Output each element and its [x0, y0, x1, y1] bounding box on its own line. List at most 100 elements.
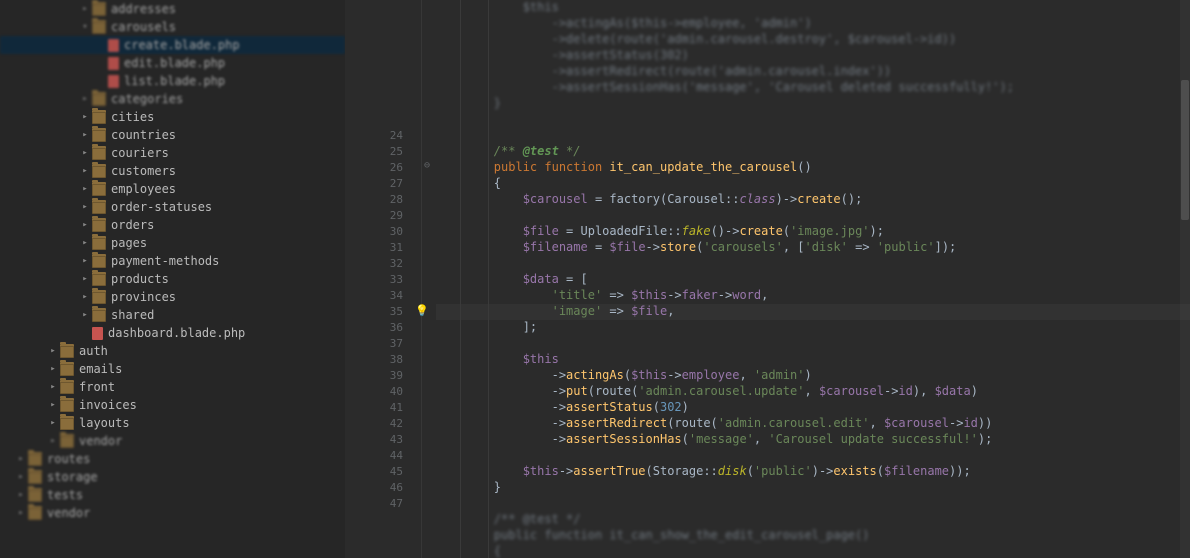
- tree-label: products: [111, 270, 169, 288]
- scrollbar-thumb[interactable]: [1181, 80, 1189, 220]
- line-number: 25: [345, 144, 403, 160]
- file-tree[interactable]: ▸addresses▾carouselscreate.blade.phpedit…: [0, 0, 345, 522]
- editor-scrollbar[interactable]: [1180, 0, 1190, 558]
- editor[interactable]: 242526272829303132333435💡363738394041424…: [345, 0, 1190, 558]
- code-line[interactable]: $data = [: [436, 272, 1190, 288]
- tree-label: couriers: [111, 144, 169, 162]
- expand-arrow-icon[interactable]: ▸: [16, 450, 26, 468]
- line-number: 45: [345, 464, 403, 480]
- php-file-icon: [92, 327, 103, 340]
- folder-item[interactable]: ▸front: [0, 378, 345, 396]
- code-line[interactable]: /** @test */: [436, 144, 1190, 160]
- folder-item[interactable]: ▸ cities: [0, 108, 345, 126]
- code-line[interactable]: ->actingAs($this->employee, 'admin'): [436, 368, 1190, 384]
- expand-arrow-icon[interactable]: ▸: [48, 360, 58, 378]
- code-line[interactable]: 'title' => $this->faker->word,: [436, 288, 1190, 304]
- folder-item[interactable]: ▸shared: [0, 306, 345, 324]
- code-line[interactable]: }: [436, 480, 1190, 496]
- folder-icon: [92, 110, 106, 124]
- expand-arrow-icon[interactable]: ▸: [80, 270, 90, 288]
- expand-arrow-icon[interactable]: ▸: [48, 378, 58, 396]
- folder-item[interactable]: ▸provinces: [0, 288, 345, 306]
- folder-item[interactable]: ▸tests: [0, 486, 345, 504]
- fold-icon[interactable]: ⊖: [424, 160, 430, 171]
- code-line[interactable]: $this: [436, 352, 1190, 368]
- folder-icon: [92, 2, 106, 16]
- folder-item[interactable]: ▸auth: [0, 342, 345, 360]
- expand-arrow-icon[interactable]: ▸: [48, 414, 58, 432]
- code-line[interactable]: ->assertRedirect(route('admin.carousel.e…: [436, 416, 1190, 432]
- code-line[interactable]: [436, 208, 1190, 224]
- expand-arrow-icon[interactable]: ▸: [48, 342, 58, 360]
- folder-item[interactable]: ▸employees: [0, 180, 345, 198]
- file-item[interactable]: edit.blade.php: [0, 54, 345, 72]
- code-line[interactable]: ->assertSessionHas('message', 'Carousel …: [436, 432, 1190, 448]
- code-line[interactable]: ];: [436, 320, 1190, 336]
- expand-arrow-icon[interactable]: ▸: [80, 198, 90, 216]
- expand-arrow-icon[interactable]: ▸: [80, 306, 90, 324]
- expand-arrow-icon[interactable]: ▸: [80, 288, 90, 306]
- expand-arrow-icon[interactable]: ▸: [80, 252, 90, 270]
- expand-arrow-icon[interactable]: ▸: [16, 486, 26, 504]
- code-line[interactable]: [436, 448, 1190, 464]
- folder-item[interactable]: ▸payment-methods: [0, 252, 345, 270]
- folder-item[interactable]: ▸ products: [0, 270, 345, 288]
- tree-label: categories: [111, 90, 183, 108]
- folder-icon: [28, 506, 42, 520]
- project-sidebar[interactable]: ▸addresses▾carouselscreate.blade.phpedit…: [0, 0, 345, 558]
- expand-arrow-icon[interactable]: ▸: [80, 126, 90, 144]
- folder-item[interactable]: ▸vendor: [0, 504, 345, 522]
- folder-item[interactable]: ▸orders: [0, 216, 345, 234]
- code-line[interactable]: 'image' => $file,: [436, 304, 1190, 320]
- code-line[interactable]: ->put(route('admin.carousel.update', $ca…: [436, 384, 1190, 400]
- code-line[interactable]: $this->assertTrue(Storage::disk('public'…: [436, 464, 1190, 480]
- expand-arrow-icon[interactable]: ▸: [80, 162, 90, 180]
- code-line[interactable]: $file = UploadedFile::fake()->create('im…: [436, 224, 1190, 240]
- tree-label: cities: [111, 108, 154, 126]
- line-number: 31: [345, 240, 403, 256]
- tree-label: emails: [79, 360, 122, 378]
- expand-arrow-icon[interactable]: ▸: [16, 504, 26, 522]
- code-line[interactable]: $filename = $file->store('carousels', ['…: [436, 240, 1190, 256]
- expand-arrow-icon[interactable]: ▸: [80, 108, 90, 126]
- folder-item[interactable]: ▸ categories: [0, 90, 345, 108]
- folder-item[interactable]: ▸layouts: [0, 414, 345, 432]
- code-line[interactable]: ->assertStatus(302): [436, 400, 1190, 416]
- folder-icon: [92, 308, 106, 322]
- code-line[interactable]: [436, 256, 1190, 272]
- code-line[interactable]: {: [436, 176, 1190, 192]
- folder-item[interactable]: ▸vendor: [0, 432, 345, 450]
- expand-arrow-icon[interactable]: ▸: [48, 432, 58, 450]
- expand-arrow-icon[interactable]: ▸: [48, 396, 58, 414]
- expand-arrow-icon[interactable]: ▸: [80, 0, 90, 18]
- expand-arrow-icon[interactable]: ▾: [80, 18, 90, 36]
- folder-icon: [92, 290, 106, 304]
- folder-item[interactable]: ▸ couriers: [0, 144, 345, 162]
- code-line[interactable]: public function it_can_update_the_carous…: [436, 160, 1190, 176]
- code-line[interactable]: $carousel = factory(Carousel::class)->cr…: [436, 192, 1190, 208]
- code-line[interactable]: [436, 496, 1190, 512]
- code-line[interactable]: [436, 128, 1190, 144]
- expand-arrow-icon[interactable]: ▸: [80, 180, 90, 198]
- folder-item[interactable]: ▸storage: [0, 468, 345, 486]
- folder-icon: [92, 146, 106, 160]
- expand-arrow-icon[interactable]: ▸: [80, 144, 90, 162]
- expand-arrow-icon[interactable]: ▸: [16, 468, 26, 486]
- folder-item[interactable]: ▾carousels: [0, 18, 345, 36]
- file-item[interactable]: dashboard.blade.php: [0, 324, 345, 342]
- folder-item[interactable]: ▸addresses: [0, 0, 345, 18]
- code-area[interactable]: $this ->actingAs($this->employee, 'admin…: [422, 0, 1190, 558]
- folder-item[interactable]: ▸pages: [0, 234, 345, 252]
- expand-arrow-icon[interactable]: ▸: [80, 234, 90, 252]
- folder-item[interactable]: ▸countries: [0, 126, 345, 144]
- expand-arrow-icon[interactable]: ▸: [80, 216, 90, 234]
- code-line[interactable]: [436, 336, 1190, 352]
- folder-item[interactable]: ▸routes: [0, 450, 345, 468]
- folder-item[interactable]: ▸order-statuses: [0, 198, 345, 216]
- folder-item[interactable]: ▸invoices: [0, 396, 345, 414]
- file-item[interactable]: create.blade.php: [0, 36, 345, 54]
- file-item[interactable]: list.blade.php: [0, 72, 345, 90]
- expand-arrow-icon[interactable]: ▸: [80, 90, 90, 108]
- folder-item[interactable]: ▸customers: [0, 162, 345, 180]
- folder-item[interactable]: ▸ emails: [0, 360, 345, 378]
